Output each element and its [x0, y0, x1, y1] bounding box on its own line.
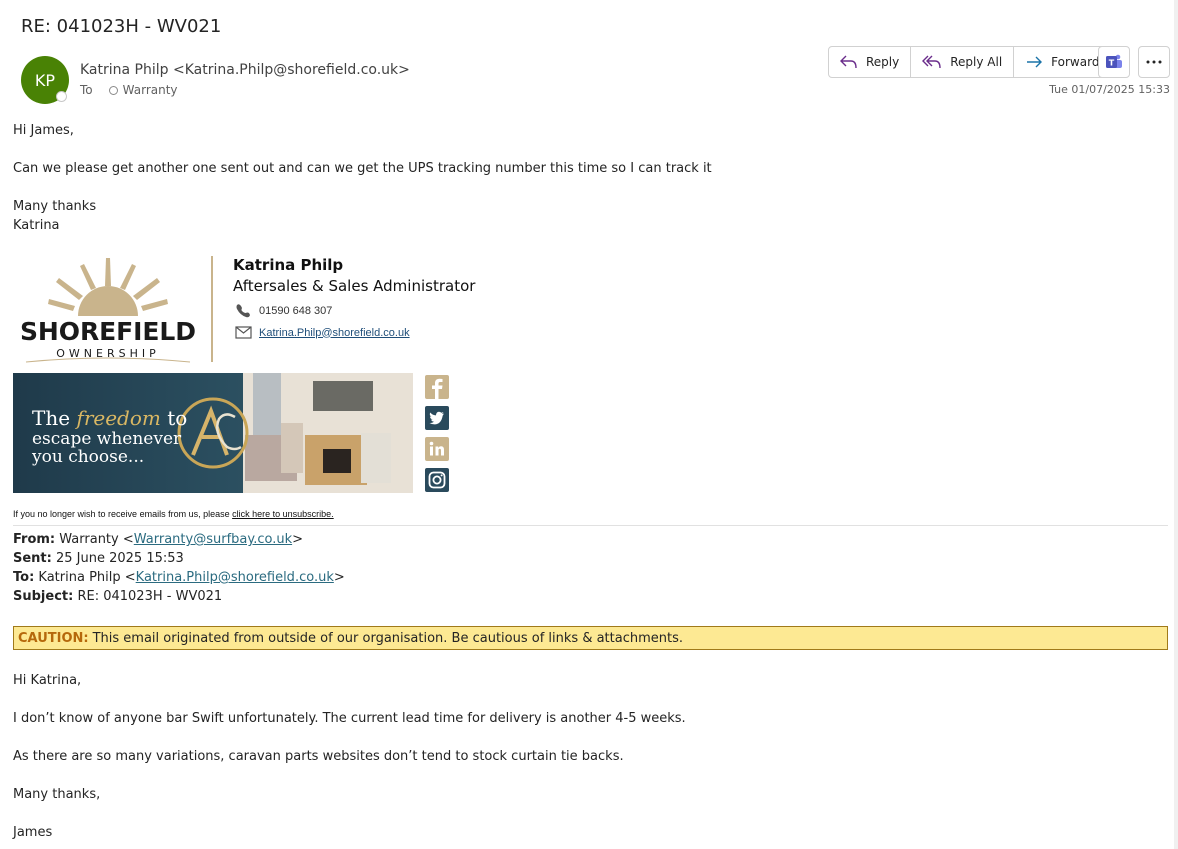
recipient-line: To Warranty	[80, 83, 178, 97]
reply-icon	[840, 55, 857, 69]
linkedin-icon[interactable]	[425, 437, 449, 461]
signature-name: Katrina Philp	[233, 256, 344, 274]
teams-icon: T	[1106, 54, 1122, 68]
quoted-to-close: >	[333, 570, 345, 585]
reply-line: I don’t know of anyone bar Swift unfortu…	[13, 711, 686, 726]
quote-divider	[13, 525, 1168, 526]
quoted-to-email[interactable]: Katrina.Philp@shorefield.co.uk	[136, 570, 334, 585]
quoted-from-close: >	[292, 532, 304, 547]
banner-line3: you choose...	[31, 447, 144, 467]
scrollbar[interactable]	[1174, 0, 1178, 849]
quoted-from-email[interactable]: Warranty@surfbay.co.uk	[134, 532, 292, 547]
mail-icon	[235, 326, 252, 339]
reply-button[interactable]: Reply	[829, 47, 912, 77]
caution-banner: CAUTION: This email originated from outs…	[13, 626, 1168, 650]
email-subject: RE: 041023H - WV021	[21, 16, 222, 37]
unsubscribe-text: If you no longer wish to receive emails …	[13, 509, 230, 519]
caution-label: CAUTION:	[18, 630, 89, 646]
quoted-sent-label: Sent:	[13, 551, 52, 566]
recipient-name[interactable]: Warranty	[123, 83, 178, 97]
promo-banner[interactable]: The freedom to escape whenever you choos…	[13, 373, 413, 493]
reply-sign-off: Many thanks,	[13, 787, 101, 802]
quoted-from: From: Warranty <Warranty@surfbay.co.uk>	[13, 532, 303, 547]
banner-the: The	[32, 406, 70, 430]
quoted-from-label: From:	[13, 532, 56, 547]
phone-icon	[236, 304, 250, 318]
svg-text:T: T	[1109, 59, 1115, 68]
body-line: Can we please get another one sent out a…	[13, 161, 712, 176]
reply-greeting: Hi Katrina,	[13, 673, 82, 688]
quoted-sent-value: 25 June 2025 15:53	[56, 551, 184, 566]
quoted-subject-label: Subject:	[13, 589, 74, 604]
more-actions-button[interactable]	[1138, 46, 1170, 78]
avatar-initials: KP	[34, 70, 56, 90]
action-toolbar: Reply Reply All Forward	[828, 46, 1112, 78]
twitter-icon[interactable]	[425, 406, 449, 430]
phone-number: 01590 648 307	[259, 304, 333, 317]
to-label: To	[80, 83, 93, 97]
reply-line: As there are so many variations, caravan…	[13, 749, 624, 764]
reply-all-label: Reply All	[950, 55, 1003, 69]
recipient-status-icon	[108, 85, 118, 95]
forward-label: Forward	[1051, 55, 1100, 69]
signature-email-row: Katrina.Philp@shorefield.co.uk	[235, 326, 410, 339]
quoted-to-label: To:	[13, 570, 35, 585]
unsubscribe-line: If you no longer wish to receive emails …	[13, 509, 334, 519]
unsubscribe-link[interactable]: click here to unsubscribe.	[232, 509, 334, 519]
reply-signer-name: James	[13, 825, 53, 840]
quoted-sent: Sent: 25 June 2025 15:53	[13, 551, 184, 566]
quoted-subject: Subject: RE: 041023H - WV021	[13, 589, 222, 604]
signature-email-link[interactable]: Katrina.Philp@shorefield.co.uk	[259, 327, 410, 339]
reply-all-button[interactable]: Reply All	[911, 47, 1015, 77]
banner-line2: escape whenever	[32, 429, 182, 449]
facebook-icon[interactable]	[425, 375, 449, 399]
logo-text: SHOREFIELD	[20, 317, 196, 346]
signature-divider	[211, 256, 213, 362]
reply-label: Reply	[866, 55, 900, 69]
quoted-to: To: Katrina Philp <Katrina.Philp@shorefi…	[13, 570, 345, 585]
sender-line[interactable]: Katrina Philp <Katrina.Philp@shorefield.…	[80, 62, 410, 78]
teams-button[interactable]: T	[1098, 46, 1130, 78]
forward-icon	[1027, 56, 1043, 68]
greeting: Hi James,	[13, 123, 74, 138]
forward-button[interactable]: Forward	[1014, 47, 1110, 77]
more-icon	[1146, 60, 1162, 64]
instagram-icon[interactable]	[425, 468, 449, 492]
banner-freedom: freedom	[74, 406, 160, 430]
signature-role: Aftersales & Sales Administrator	[233, 277, 476, 295]
signature-phone-row: 01590 648 307	[235, 303, 332, 318]
quoted-from-name: Warranty <	[59, 532, 134, 547]
quoted-to-name: Katrina Philp <	[38, 570, 136, 585]
reply-all-icon	[922, 55, 941, 69]
sign-off: Many thanks	[13, 199, 97, 214]
banner-to: to	[167, 406, 187, 430]
message-date: Tue 01/07/2025 15:33	[1049, 83, 1170, 96]
quoted-subject-value: RE: 041023H - WV021	[77, 589, 223, 604]
shorefield-logo: SHOREFIELD OWNERSHIP	[18, 256, 200, 368]
caution-text: This email originated from outside of ou…	[92, 630, 684, 646]
signer-name: Katrina	[13, 218, 60, 233]
presence-indicator	[56, 91, 67, 102]
svg-text:The freedom to: The freedom to	[32, 406, 187, 430]
